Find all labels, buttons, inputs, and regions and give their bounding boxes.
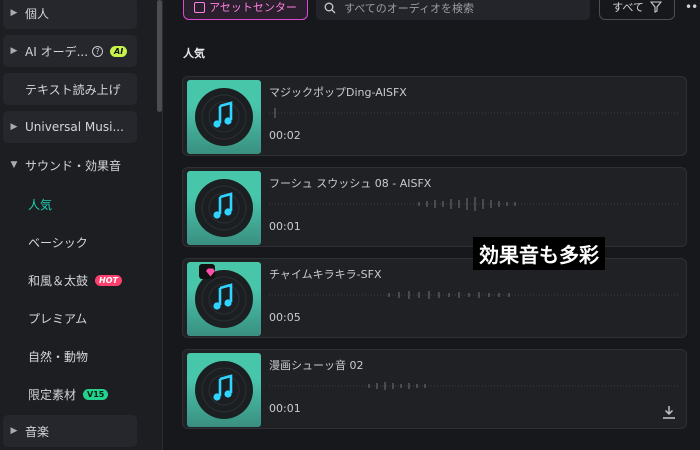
premium-gem-icon — [199, 264, 215, 279]
help-icon[interactable]: ? — [92, 45, 104, 57]
caption-overlay: 効果音も多彩 — [473, 237, 605, 270]
hot-badge: HOT — [95, 274, 122, 286]
search-placeholder: すべてのオーディオを検索 — [344, 2, 475, 15]
track-thumbnail — [187, 262, 261, 336]
audio-card[interactable]: フーシュ スウッシュ 08 - AISFX 00:01 — [182, 167, 687, 247]
asset-box-icon — [194, 1, 206, 13]
asset-center-label: アセットセンター — [209, 1, 297, 14]
sidebar-item-music[interactable]: ▶ 音楽 — [3, 415, 137, 447]
track-thumbnail — [187, 353, 261, 427]
sidebar-sub-label: 和風＆太鼓 — [28, 273, 89, 288]
chevron-right-icon: ▶ — [10, 426, 18, 436]
sidebar-sub-wafu[interactable]: 和風＆太鼓 HOT — [28, 270, 122, 290]
track-thumbnail — [187, 80, 261, 154]
sidebar-item-universal-music[interactable]: ▶ Universal Musi... — [3, 111, 137, 143]
track-duration: 00:01 — [269, 402, 301, 415]
asset-center-button[interactable]: アセットセンター — [183, 0, 308, 20]
section-title: 人気 — [183, 47, 205, 60]
sidebar: ▶ 個人 ▶ AI オーデ... ? AI テキスト読み上げ ▶ Univers… — [0, 0, 163, 450]
sidebar-item-label: サウンド・効果音 — [25, 158, 122, 173]
track-duration: 00:01 — [269, 220, 301, 233]
track-title: チャイムキラキラ-SFX — [269, 268, 382, 281]
chevron-right-icon: ▶ — [10, 8, 18, 18]
search-icon — [324, 2, 336, 14]
search-input[interactable]: すべてのオーディオを検索 — [316, 0, 590, 20]
chevron-down-icon: ▼ — [10, 160, 18, 170]
chevron-right-icon: ▶ — [10, 46, 18, 56]
audio-card[interactable]: 漫画シューッ音 02 00:01 — [182, 349, 687, 429]
audio-card[interactable]: チャイムキラキラ-SFX 00:05 — [182, 258, 687, 338]
sidebar-sub-nature[interactable]: 自然・動物 — [28, 346, 88, 366]
download-icon[interactable] — [662, 405, 676, 420]
chevron-right-icon: ▶ — [10, 122, 18, 132]
sidebar-item-label: Universal Musi... — [25, 120, 124, 134]
sidebar-item-label: AI オーデ... — [25, 44, 89, 59]
audio-card[interactable]: マジックポップDing-AISFX 00:02 — [182, 76, 687, 156]
music-disc-icon — [195, 179, 253, 237]
music-disc-icon — [195, 361, 253, 419]
v15-badge: V15 — [83, 388, 109, 400]
more-options-icon[interactable]: •• — [685, 0, 698, 14]
track-duration: 00:05 — [269, 311, 301, 324]
filter-icon — [649, 1, 662, 13]
sidebar-sub-limited[interactable]: 限定素材 V15 — [28, 384, 109, 404]
waveform — [269, 382, 679, 390]
waveform — [269, 197, 679, 211]
sidebar-item-tts[interactable]: テキスト読み上げ — [3, 73, 137, 105]
sidebar-item-kojin[interactable]: ▶ 個人 — [3, 0, 137, 29]
sidebar-scrollbar[interactable] — [157, 0, 162, 112]
filter-dropdown[interactable]: すべて — [599, 0, 675, 20]
sidebar-sub-basic[interactable]: ベーシック — [28, 232, 88, 252]
track-duration: 00:02 — [269, 129, 301, 142]
track-title: マジックポップDing-AISFX — [269, 86, 407, 99]
audio-library-window: ▶ 個人 ▶ AI オーデ... ? AI テキスト読み上げ ▶ Univers… — [0, 0, 700, 450]
waveform — [269, 108, 679, 118]
sidebar-sub-popular[interactable]: 人気 — [28, 194, 52, 214]
sidebar-sub-premium[interactable]: プレミアム — [28, 308, 87, 328]
track-title: フーシュ スウッシュ 08 - AISFX — [269, 177, 432, 190]
filter-label: すべて — [612, 1, 644, 14]
music-disc-icon — [195, 88, 253, 146]
waveform — [269, 291, 679, 299]
track-thumbnail — [187, 171, 261, 245]
sidebar-sub-label: 限定素材 — [28, 387, 77, 402]
sidebar-item-ai-audio[interactable]: ▶ AI オーデ... ? AI — [3, 35, 137, 67]
sidebar-item-label: 音楽 — [25, 424, 50, 439]
track-title: 漫画シューッ音 02 — [269, 359, 364, 372]
sidebar-item-sound-effects[interactable]: ▼ サウンド・効果音 — [3, 149, 137, 181]
sidebar-item-label: 個人 — [25, 6, 50, 21]
ai-badge: AI — [110, 45, 128, 57]
sidebar-item-label: テキスト読み上げ — [25, 82, 121, 97]
